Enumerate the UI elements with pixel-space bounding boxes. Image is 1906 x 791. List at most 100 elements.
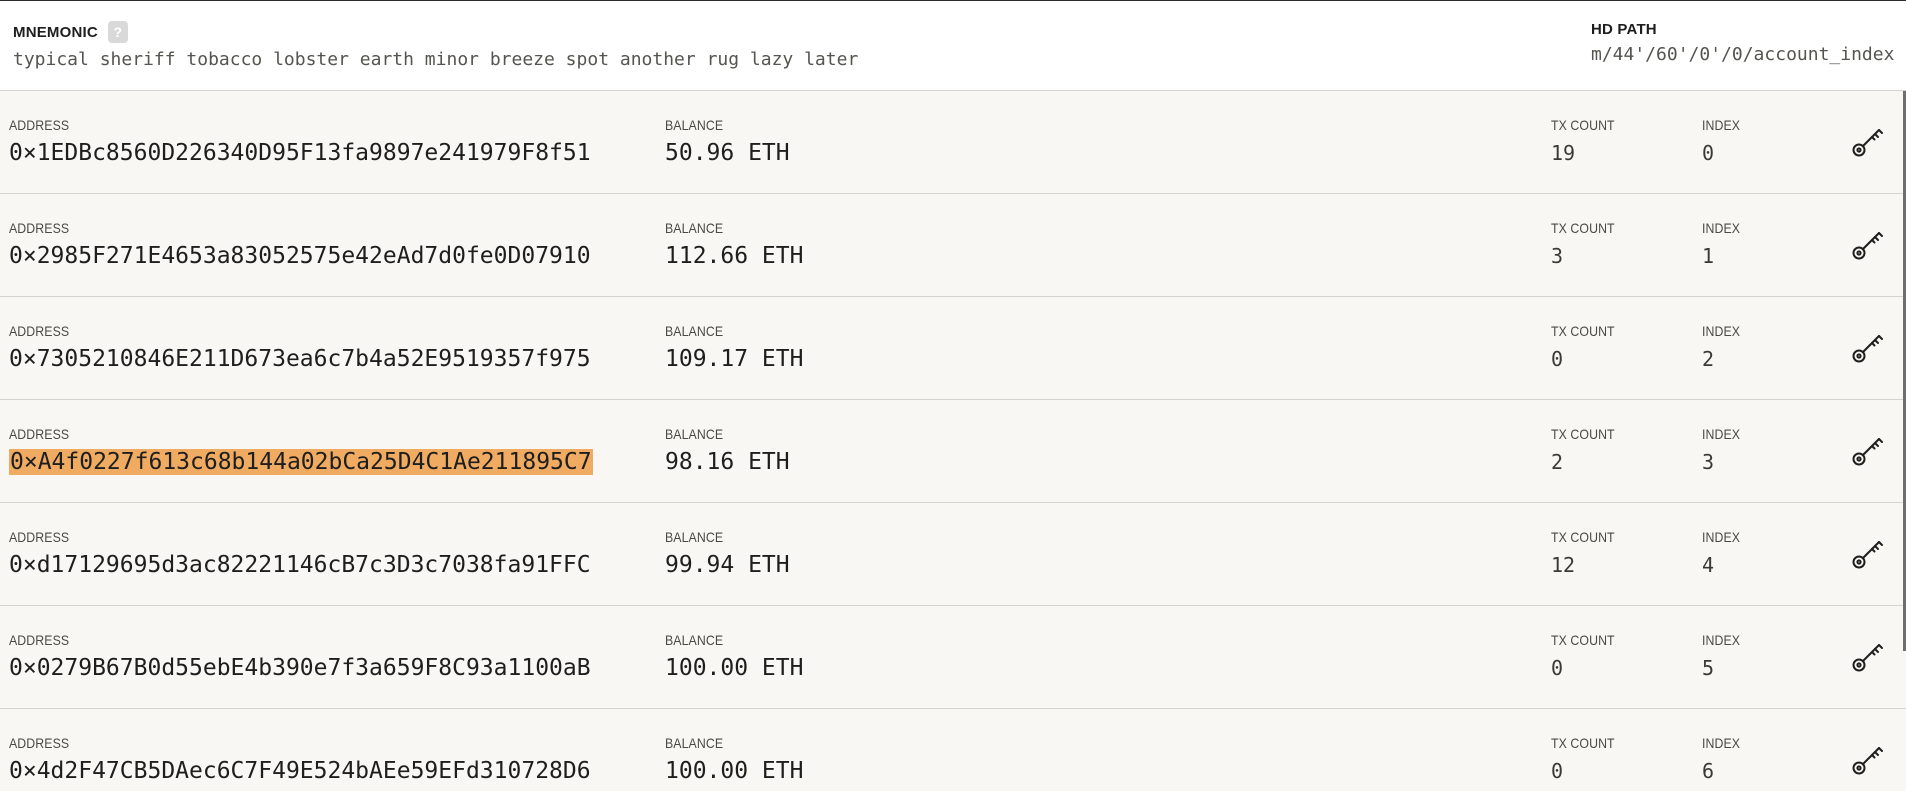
show-keys-button[interactable]: [1848, 739, 1888, 779]
balance-value: 112.66 ETH: [665, 243, 804, 269]
tx-count-cell: TX COUNT 2: [1551, 426, 1623, 476]
tx-count-value: 2: [1551, 450, 1564, 474]
address-cell: ADDRESS 0×A4f0227f613c68b144a02bCa25D4C1…: [9, 426, 593, 476]
show-keys-button[interactable]: [1848, 533, 1888, 573]
account-row: ADDRESS 0×7305210846E211D673ea6c7b4a52E9…: [0, 297, 1906, 400]
index-label: INDEX: [1702, 735, 1741, 751]
index-value: 5: [1702, 656, 1715, 680]
tx-count-label: TX COUNT: [1551, 426, 1615, 442]
account-row: ADDRESS 0×d17129695d3ac82221146cB7c3D3c7…: [0, 503, 1906, 606]
address-value[interactable]: 0×0279B67B0d55ebE4b390e7f3a659F8C93a1100…: [9, 655, 591, 681]
key-icon: [1852, 541, 1883, 569]
address-cell: ADDRESS 0×0279B67B0d55ebE4b390e7f3a659F8…: [9, 632, 591, 682]
balance-value: 100.00 ETH: [665, 758, 804, 784]
index-cell: INDEX 1: [1702, 220, 1745, 270]
tx-count-value: 19: [1551, 141, 1576, 165]
tx-count-cell: TX COUNT 0: [1551, 735, 1623, 785]
index-cell: INDEX 5: [1702, 632, 1745, 682]
balance-cell: BALANCE 100.00 ETH: [665, 735, 803, 785]
index-label: INDEX: [1702, 426, 1741, 442]
balance-label: BALANCE: [665, 117, 724, 133]
address-label: ADDRESS: [9, 529, 70, 545]
account-row: ADDRESS 0×A4f0227f613c68b144a02bCa25D4C1…: [0, 400, 1906, 503]
show-keys-button[interactable]: [1848, 224, 1888, 264]
address-cell: ADDRESS 0×d17129695d3ac82221146cB7c3D3c7…: [9, 529, 591, 579]
question-icon[interactable]: ?: [107, 21, 128, 43]
index-cell: INDEX 0: [1702, 117, 1745, 167]
index-label: INDEX: [1702, 117, 1741, 133]
balance-label: BALANCE: [665, 632, 724, 648]
index-label: INDEX: [1702, 220, 1741, 236]
address-label: ADDRESS: [9, 323, 70, 339]
show-keys-button[interactable]: [1848, 327, 1888, 367]
index-label: INDEX: [1702, 323, 1741, 339]
address-cell: ADDRESS 0×1EDBc8560D226340D95F13fa9897e2…: [9, 117, 591, 167]
index-cell: INDEX 3: [1702, 426, 1745, 476]
balance-cell: BALANCE 99.94 ETH: [665, 529, 790, 579]
balance-cell: BALANCE 100.00 ETH: [665, 632, 803, 682]
tx-count-value: 12: [1551, 553, 1576, 577]
mnemonic-label-row: MNEMONIC ?: [13, 21, 858, 43]
address-value[interactable]: 0×7305210846E211D673ea6c7b4a52E9519357f9…: [9, 346, 591, 372]
address-label: ADDRESS: [9, 632, 70, 648]
key-icon: [1852, 232, 1883, 260]
tx-count-cell: TX COUNT 0: [1551, 632, 1623, 682]
balance-value: 99.94 ETH: [665, 552, 790, 578]
balance-label: BALANCE: [665, 735, 724, 751]
account-row: ADDRESS 0×1EDBc8560D226340D95F13fa9897e2…: [0, 91, 1906, 194]
accounts-list: ADDRESS 0×1EDBc8560D226340D95F13fa9897e2…: [0, 91, 1906, 791]
tx-count-cell: TX COUNT 19: [1551, 117, 1623, 167]
index-value: 1: [1702, 244, 1715, 268]
hd-path-section: HD PATH m/44'/60'/0'/0/account_index: [1591, 21, 1894, 65]
address-cell: ADDRESS 0×4d2F47CB5DAec6C7F49E524bAEe59E…: [9, 735, 591, 785]
balance-value: 50.96 ETH: [665, 140, 790, 166]
balance-value: 100.00 ETH: [665, 655, 804, 681]
balance-cell: BALANCE 50.96 ETH: [665, 117, 790, 167]
tx-count-value: 3: [1551, 244, 1564, 268]
key-icon: [1852, 438, 1883, 466]
tx-count-label: TX COUNT: [1551, 220, 1615, 236]
key-icon: [1852, 747, 1883, 775]
index-value: 0: [1702, 141, 1715, 165]
show-keys-button[interactable]: [1848, 121, 1888, 161]
address-value[interactable]: 0×A4f0227f613c68b144a02bCa25D4C1Ae211895…: [9, 449, 593, 475]
balance-value: 98.16 ETH: [665, 449, 790, 475]
balance-cell: BALANCE 98.16 ETH: [665, 426, 790, 476]
mnemonic-label: MNEMONIC: [13, 23, 98, 41]
index-label: INDEX: [1702, 632, 1741, 648]
tx-count-label: TX COUNT: [1551, 529, 1615, 545]
address-label: ADDRESS: [9, 426, 70, 442]
index-cell: INDEX 6: [1702, 735, 1745, 785]
hd-path-value: m/44'/60'/0'/0/account_index: [1591, 44, 1895, 65]
index-value: 6: [1702, 759, 1715, 783]
tx-count-label: TX COUNT: [1551, 323, 1615, 339]
balance-value: 109.17 ETH: [665, 346, 804, 372]
tx-count-cell: TX COUNT 0: [1551, 323, 1623, 373]
tx-count-label: TX COUNT: [1551, 117, 1615, 133]
account-row: ADDRESS 0×2985F271E4653a83052575e42eAd7d…: [0, 194, 1906, 297]
mnemonic-words[interactable]: typical sheriff tobacco lobster earth mi…: [13, 49, 858, 70]
address-label: ADDRESS: [9, 117, 70, 133]
address-cell: ADDRESS 0×2985F271E4653a83052575e42eAd7d…: [9, 220, 591, 270]
address-value[interactable]: 0×1EDBc8560D226340D95F13fa9897e241979F8f…: [9, 140, 591, 166]
tx-count-label: TX COUNT: [1551, 632, 1615, 648]
balance-label: BALANCE: [665, 529, 724, 545]
address-value[interactable]: 0×d17129695d3ac82221146cB7c3D3c7038fa91F…: [9, 552, 591, 578]
address-value[interactable]: 0×4d2F47CB5DAec6C7F49E524bAEe59EFd310728…: [9, 758, 591, 784]
index-cell: INDEX 2: [1702, 323, 1745, 373]
index-value: 2: [1702, 347, 1715, 371]
index-cell: INDEX 4: [1702, 529, 1745, 579]
mnemonic-section: MNEMONIC ? typical sheriff tobacco lobst…: [13, 21, 858, 70]
index-value: 4: [1702, 553, 1715, 577]
tx-count-label: TX COUNT: [1551, 735, 1615, 751]
show-keys-button[interactable]: [1848, 430, 1888, 470]
show-keys-button[interactable]: [1848, 636, 1888, 676]
index-value: 3: [1702, 450, 1715, 474]
balance-cell: BALANCE 109.17 ETH: [665, 323, 803, 373]
address-value[interactable]: 0×2985F271E4653a83052575e42eAd7d0fe0D079…: [9, 243, 591, 269]
tx-count-value: 0: [1551, 656, 1564, 680]
tx-count-cell: TX COUNT 3: [1551, 220, 1623, 270]
tx-count-value: 0: [1551, 759, 1564, 783]
balance-label: BALANCE: [665, 323, 724, 339]
ganache-accounts-view: MNEMONIC ? typical sheriff tobacco lobst…: [0, 0, 1906, 791]
